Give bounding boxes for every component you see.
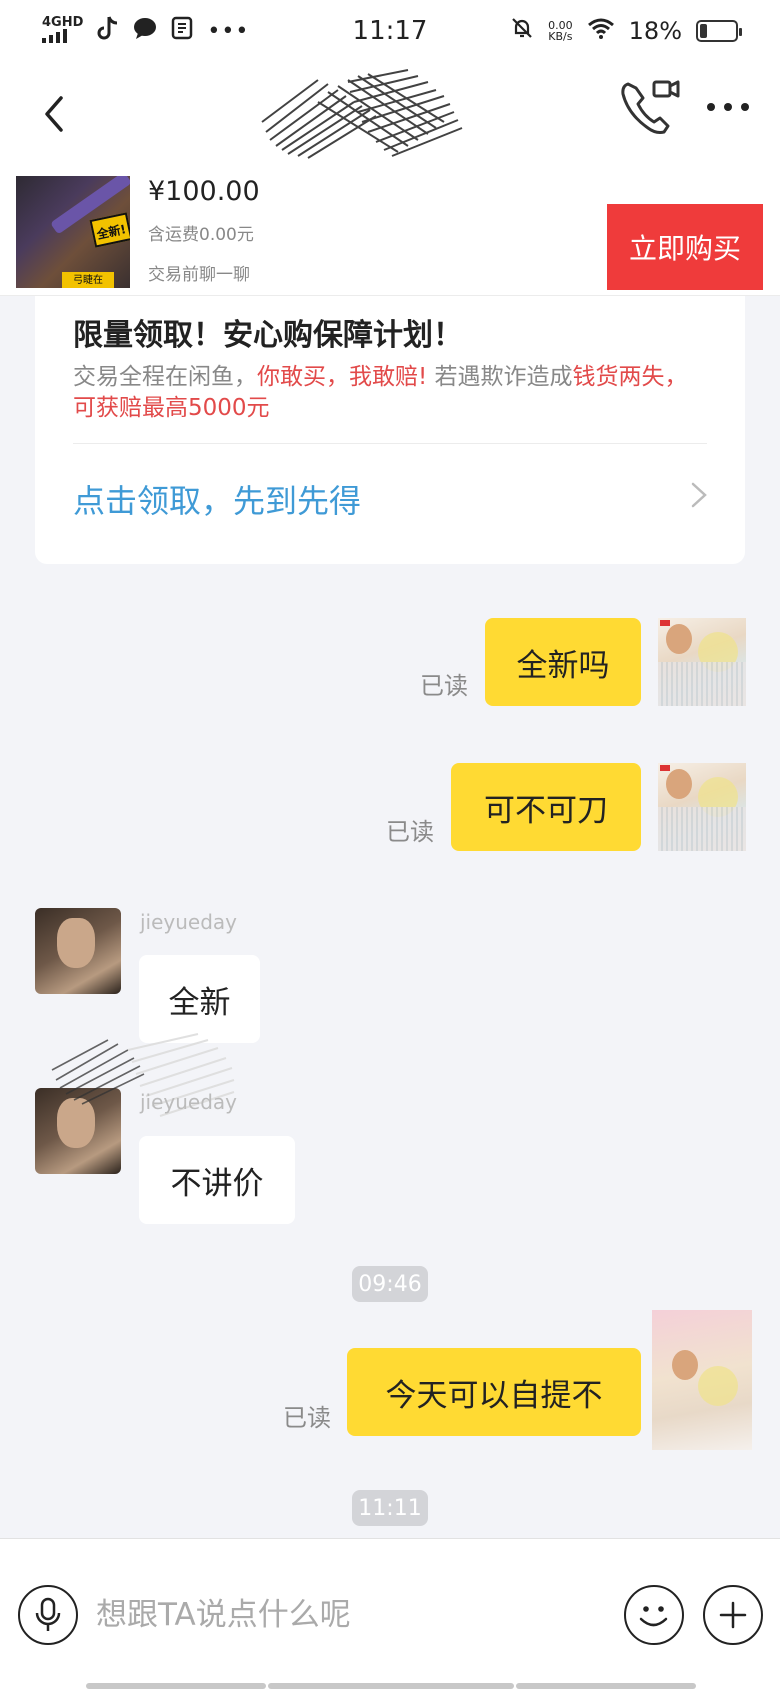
- message-timestamp: 09:46: [352, 1266, 428, 1302]
- app-icon: [171, 16, 193, 46]
- status-time: 11:17: [352, 16, 428, 46]
- avatar-detail: [658, 662, 746, 706]
- read-receipt: 已读: [386, 818, 434, 846]
- call-button[interactable]: [618, 76, 682, 140]
- speed-unit: KB/s: [548, 30, 573, 43]
- divider: [73, 443, 707, 444]
- gesture-bar: [86, 1683, 266, 1689]
- more-dot: [724, 103, 732, 111]
- more-horizontal-icon: [707, 103, 715, 111]
- mute-bell-icon: [510, 16, 534, 46]
- contact-name-redacted: [261, 69, 463, 159]
- network-speed: 0.00 KB/s: [548, 20, 573, 42]
- nav-bar: [0, 62, 780, 174]
- message-timestamp: 11:11: [352, 1490, 428, 1526]
- more-actions-button[interactable]: [703, 1585, 763, 1645]
- chat-hint: 交易前聊一聊: [148, 265, 250, 285]
- chat-bubble-icon: [133, 16, 157, 46]
- buy-now-button[interactable]: 立即购买: [607, 204, 763, 290]
- promo-card: 限量领取！安心购保障计划！ 交易全程在闲鱼，你敢买，我敢赔! 若遇欺诈造成钱货两…: [35, 296, 745, 564]
- more-dots-icon: •••: [207, 18, 250, 44]
- nickname-redacted-scribble: [51, 1033, 235, 1117]
- back-button[interactable]: [24, 84, 84, 144]
- status-right: 0.00 KB/s 18%: [478, 16, 742, 46]
- tiktok-icon: [97, 15, 119, 47]
- message-input[interactable]: [96, 1583, 596, 1647]
- status-left: 4GHD •••: [42, 15, 302, 47]
- gesture-bar: [268, 1683, 514, 1689]
- product-card[interactable]: 全新! 弓睫在 ¥100.00 含运费0.00元 交易前聊一聊 立即购买: [0, 174, 780, 296]
- smiley-icon: [639, 1606, 668, 1627]
- input-bar: [0, 1538, 780, 1689]
- phone-video-icon: [621, 80, 680, 134]
- avatar-detail: [666, 624, 692, 654]
- chevron-left-icon: [45, 96, 63, 132]
- avatar-detail: [698, 1366, 738, 1406]
- avatar-detail: [672, 1350, 698, 1380]
- plus-icon: [719, 1601, 747, 1629]
- avatar-detail: [660, 765, 670, 771]
- promo-desc-text: 若遇欺诈造成: [427, 364, 573, 390]
- avatar[interactable]: [658, 763, 746, 851]
- sender-nickname: jieyueday: [140, 1090, 238, 1114]
- gesture-bar: [516, 1683, 696, 1689]
- message-bubble-incoming[interactable]: 不讲价: [139, 1136, 295, 1224]
- battery-percent: 18%: [628, 17, 682, 45]
- chevron-right-icon[interactable]: [687, 480, 711, 510]
- status-bar: 4GHD ••• 11:17 0.00 KB/s 18%: [0, 0, 780, 62]
- read-receipt: 已读: [283, 1404, 331, 1432]
- promo-desc-highlight: 你敢买，我敢赔!: [257, 364, 428, 390]
- battery-icon: [696, 20, 742, 42]
- promo-description: 交易全程在闲鱼，你敢买，我敢赔! 若遇欺诈造成钱货两失，可获赔最高5000元: [73, 362, 703, 424]
- avatar-detail: [666, 769, 692, 799]
- read-receipt: 已读: [420, 672, 468, 700]
- promo-claim-link[interactable]: 点击领取，先到先得: [73, 476, 361, 522]
- product-tag-brand: 弓睫在: [62, 272, 114, 288]
- promo-title: 限量领取！安心购保障计划！: [73, 318, 463, 353]
- network-label: 4GHD: [42, 14, 84, 30]
- product-tag-new: 全新!: [89, 212, 130, 248]
- emoji-button[interactable]: [624, 1585, 684, 1645]
- message-bubble-outgoing[interactable]: 全新吗: [485, 618, 641, 706]
- more-dot: [741, 103, 749, 111]
- microphone-icon: [35, 1597, 61, 1631]
- avatar[interactable]: [35, 908, 121, 994]
- voice-button[interactable]: [18, 1585, 78, 1645]
- sender-nickname: jieyueday: [140, 910, 238, 934]
- message-bubble-outgoing[interactable]: 今天可以自提不: [347, 1348, 641, 1436]
- message-bubble-outgoing[interactable]: 可不可刀: [451, 763, 641, 851]
- product-shipping: 含运费0.00元: [148, 225, 254, 245]
- avatar-detail: [57, 918, 95, 968]
- signal-icon: 4GHD: [42, 14, 84, 46]
- wifi-icon: [587, 17, 615, 45]
- avatar[interactable]: [658, 618, 746, 706]
- avatar-detail: [658, 807, 746, 851]
- more-button[interactable]: [700, 92, 756, 122]
- product-price: ¥100.00: [148, 176, 260, 207]
- product-image[interactable]: 全新! 弓睫在: [16, 176, 130, 288]
- avatar-detail: [660, 620, 670, 626]
- avatar[interactable]: [652, 1310, 752, 1450]
- promo-desc-text: 交易全程在闲鱼，: [73, 364, 257, 390]
